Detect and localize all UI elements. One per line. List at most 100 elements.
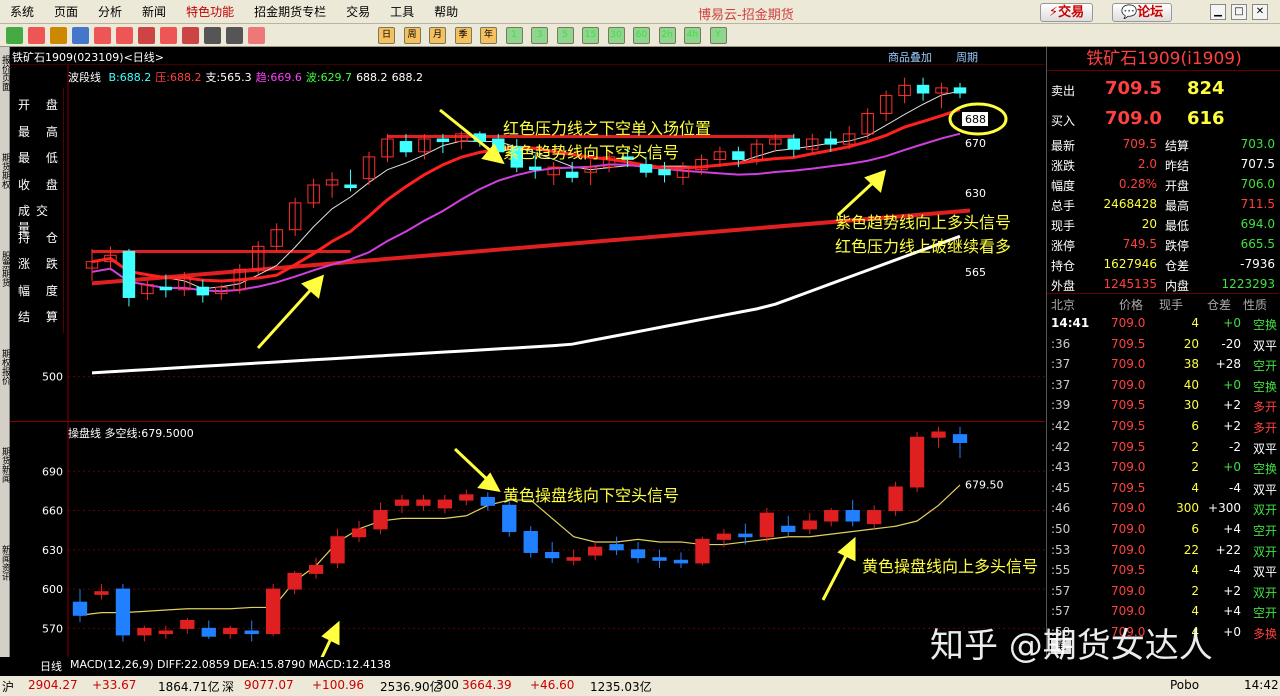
tick-time: 14:41 bbox=[1051, 316, 1090, 330]
tick-time: :50 bbox=[1051, 522, 1071, 536]
tick-header-0: 北京 bbox=[1051, 298, 1076, 312]
tick-time: :39 bbox=[1051, 398, 1071, 413]
tick-type: 双平 bbox=[1252, 338, 1277, 353]
tick-header-4: 性质 bbox=[1243, 298, 1268, 312]
tick-type: 多开 bbox=[1252, 421, 1277, 435]
arrow-2 bbox=[256, 282, 318, 350]
tick-row-8: :45 709.5 4 -4 双平 bbox=[1047, 478, 1279, 498]
tick-price: 709.5 bbox=[1111, 480, 1146, 495]
stat-cell-3-0: 总手 bbox=[1051, 199, 1076, 213]
tick-type: 双平 bbox=[1252, 441, 1277, 456]
status-item-8: 300 bbox=[436, 678, 459, 692]
indicator-tab-row: 日线 MACD(12,26,9) DIFF:22.0859 DEA:15.879… bbox=[10, 657, 1045, 673]
tick-oi-change: -4 bbox=[1229, 480, 1241, 495]
tick-time: :37 bbox=[1051, 357, 1071, 372]
stat-cell-2-3: 706.0 bbox=[1240, 177, 1275, 191]
stat-row-3: 总手 2468428 最高 711.5 bbox=[1047, 196, 1279, 213]
stat-cell-4-0: 现手 bbox=[1051, 219, 1076, 233]
status-item-3: 1864.71亿 bbox=[158, 680, 220, 694]
stat-cell-1-0: 涨跌 bbox=[1051, 159, 1076, 173]
stat-cell-7-0: 外盘 bbox=[1051, 279, 1076, 293]
tick-price: 709.0 bbox=[1111, 460, 1146, 475]
tick-oi-change: +300 bbox=[1208, 501, 1241, 516]
stat-cell-6-3: -7936 bbox=[1240, 257, 1275, 271]
stat-cell-6-1: 1627946 bbox=[1103, 257, 1157, 271]
tick-oi-change: +28 bbox=[1215, 357, 1241, 372]
tick-row-6: :42 709.5 2 -2 双平 bbox=[1047, 437, 1279, 457]
status-item-13: 14:42 bbox=[1244, 678, 1279, 692]
tick-type: 双开 bbox=[1252, 503, 1277, 518]
tick-price: 709.5 bbox=[1111, 398, 1146, 413]
stat-row-6: 持仓 1627946 仓差 -7936 bbox=[1047, 256, 1279, 273]
status-item-6: +100.96 bbox=[312, 678, 365, 692]
tick-type: 双开 bbox=[1252, 585, 1277, 600]
tick-row-1: :36 709.5 20 -20 双平 bbox=[1047, 334, 1279, 354]
stat-cell-7-1: 1245135 bbox=[1103, 277, 1157, 291]
tick-time: :37 bbox=[1051, 377, 1071, 392]
quote-title: 铁矿石1909(i1909) bbox=[1047, 47, 1280, 71]
bid-row[interactable]: 买入 709.0 616 bbox=[1047, 107, 1279, 133]
tick-time: :46 bbox=[1051, 501, 1071, 516]
tick-price: 709.0 bbox=[1111, 604, 1146, 619]
tick-time: :55 bbox=[1051, 563, 1071, 578]
stat-cell-3-3: 711.5 bbox=[1240, 197, 1275, 211]
tick-time: :53 bbox=[1051, 542, 1071, 557]
quote-panel: 铁矿石1909(i1909) 卖出 709.5 824 买入 709.0 616… bbox=[1046, 47, 1280, 657]
tick-row-12: :55 709.5 4 -4 双平 bbox=[1047, 560, 1279, 580]
tick-oi-change: +2 bbox=[1223, 583, 1241, 598]
tick-type: 空开 bbox=[1252, 524, 1277, 538]
tick-volume: 4 bbox=[1191, 604, 1199, 619]
tick-volume: 30 bbox=[1183, 398, 1199, 413]
stat-cell-4-3: 694.0 bbox=[1240, 217, 1275, 231]
tick-oi-change: -4 bbox=[1229, 563, 1241, 578]
tick-header: 北京 价格 现手 仓差 性质 bbox=[1047, 293, 1279, 312]
tick-price: 709.0 bbox=[1111, 501, 1146, 516]
stat-row-5: 涨停 749.5 跌停 665.5 bbox=[1047, 236, 1279, 253]
tick-oi-change: +0 bbox=[1223, 377, 1241, 392]
tick-volume: 22 bbox=[1183, 542, 1199, 557]
status-item-4: 深 bbox=[222, 680, 235, 694]
tick-time: :42 bbox=[1051, 419, 1071, 433]
tick-price: 709.0 bbox=[1111, 583, 1146, 598]
tick-time: :36 bbox=[1051, 336, 1071, 351]
stat-row-4: 现手 20 最低 694.0 bbox=[1047, 216, 1279, 233]
tick-type: 空开 bbox=[1252, 606, 1277, 621]
tick-row-11: :53 709.0 22 +22 双开 bbox=[1047, 540, 1279, 560]
tick-oi-change: +4 bbox=[1223, 522, 1241, 536]
tick-type: 空换 bbox=[1252, 379, 1277, 394]
stat-cell-7-3: 1223293 bbox=[1221, 277, 1275, 291]
stat-cell-0-1: 709.5 bbox=[1122, 137, 1157, 151]
tick-oi-change: -2 bbox=[1229, 439, 1241, 454]
tick-price: 709.5 bbox=[1111, 439, 1146, 454]
stat-cell-2-2: 开盘 bbox=[1165, 179, 1190, 193]
tick-time: :57 bbox=[1051, 604, 1071, 619]
tick-price: 709.5 bbox=[1111, 563, 1146, 578]
tick-row-3: :37 709.0 40 +0 空换 bbox=[1047, 375, 1279, 395]
tick-price: 709.0 bbox=[1111, 316, 1146, 330]
tick-price: 709.0 bbox=[1111, 357, 1146, 372]
tick-type: 空换 bbox=[1252, 462, 1277, 477]
tick-row-7: :43 709.0 2 +0 空换 bbox=[1047, 457, 1279, 477]
status-item-0: 沪 bbox=[2, 680, 15, 694]
arrow-1 bbox=[439, 108, 497, 157]
tick-type: 多换 bbox=[1252, 627, 1277, 641]
tick-header-2: 现手 bbox=[1159, 298, 1184, 312]
stat-row-7: 外盘 1245135 内盘 1223293 bbox=[1047, 276, 1279, 293]
tab-daily[interactable]: 日线 bbox=[40, 658, 62, 674]
bid-price: 709.0 bbox=[1105, 108, 1162, 129]
tick-price: 709.5 bbox=[1111, 419, 1146, 433]
tick-oi-change: -20 bbox=[1221, 336, 1241, 351]
status-item-2: +33.67 bbox=[92, 678, 137, 692]
tick-row-5: :42 709.5 6 +2 多开 bbox=[1047, 416, 1279, 436]
stat-cell-0-2: 结算 bbox=[1165, 139, 1190, 153]
tick-volume: 300 bbox=[1176, 501, 1199, 516]
stat-cell-5-1: 749.5 bbox=[1122, 237, 1157, 251]
status-item-7: 2536.90亿 bbox=[380, 680, 442, 694]
status-bar: 沪 2904.27 +33.67 1864.71亿深 9077.07 +100.96 253… bbox=[0, 676, 1280, 696]
ask-row[interactable]: 卖出 709.5 824 bbox=[1047, 77, 1279, 103]
ask-price: 709.5 bbox=[1105, 78, 1162, 99]
stat-cell-7-2: 内盘 bbox=[1165, 279, 1190, 293]
bid-volume: 616 bbox=[1187, 108, 1225, 129]
ask-label: 卖出 bbox=[1051, 84, 1076, 98]
stat-cell-2-1: 0.28% bbox=[1118, 177, 1157, 191]
